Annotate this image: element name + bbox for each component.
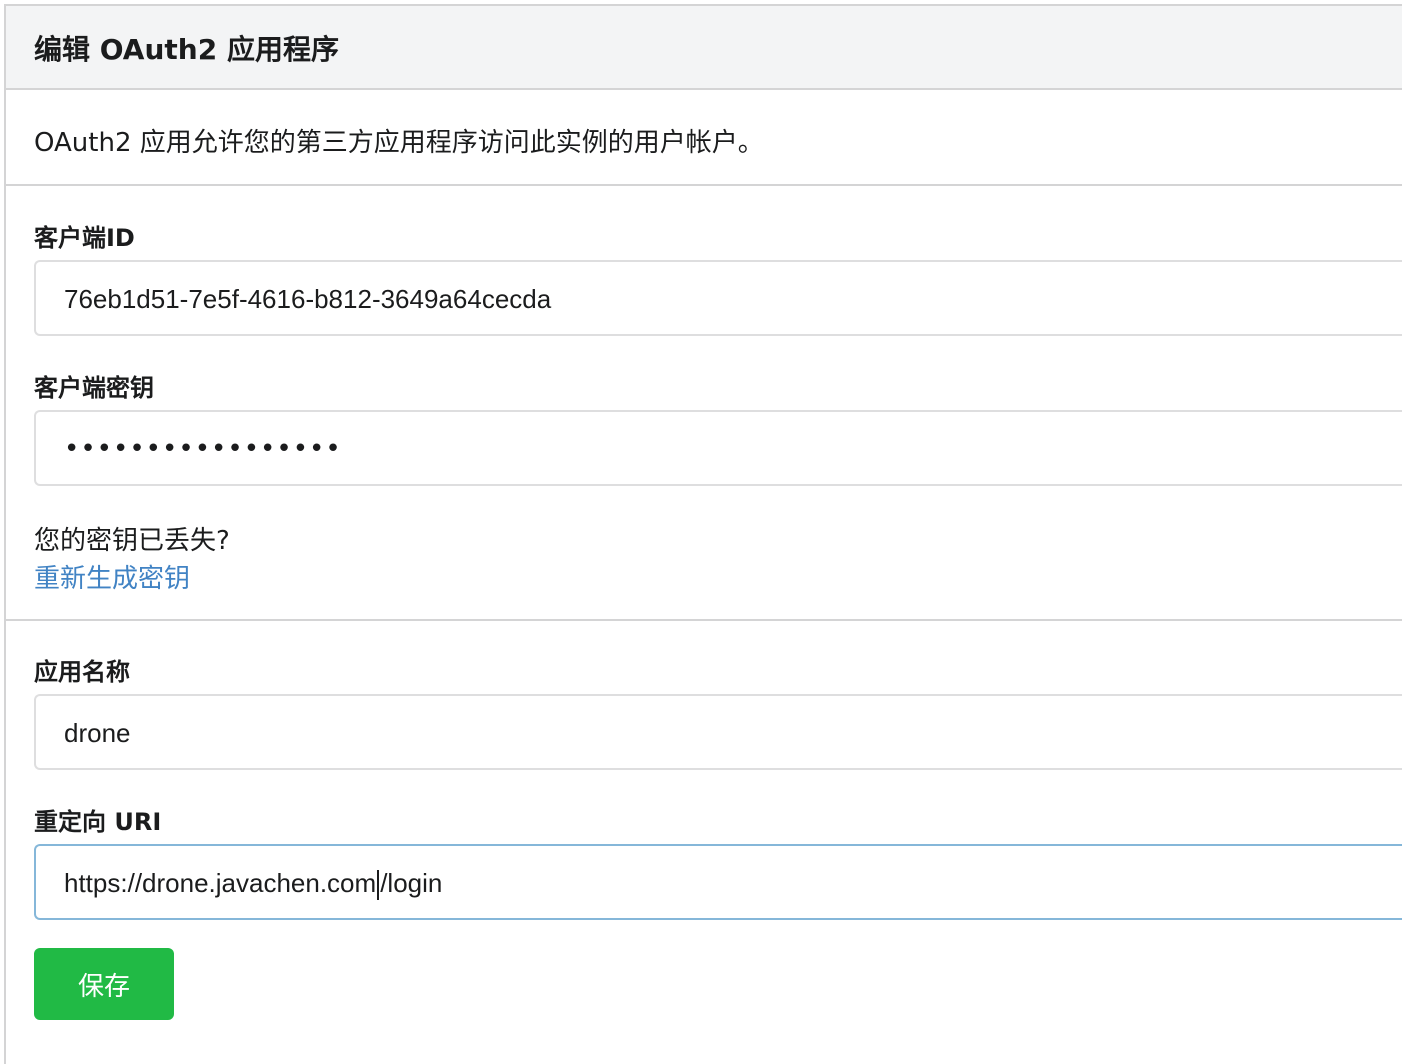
lost-secret-prompt: 您的密钥已丢失? xyxy=(34,526,230,556)
redirect-uri-label: 重定向 URI xyxy=(34,808,162,836)
redirect-uri-value-before-cursor: https://drone.javachen.com xyxy=(64,868,377,898)
redirect-uri-value: https://drone.javachen.com/login xyxy=(64,868,443,901)
client-id-value: 76eb1d51-7e5f-4616-b812-3649a64cecda xyxy=(64,284,552,314)
client-secret-masked-value: ••••••••••••••••• xyxy=(64,434,342,464)
app-name-label: 应用名称 xyxy=(34,658,130,686)
regenerate-secret-link[interactable]: 重新生成密钥 xyxy=(34,558,190,595)
page-title: 编辑 OAuth2 应用程序 xyxy=(34,33,339,66)
client-secret-label: 客户端密钥 xyxy=(34,374,154,402)
panel-header: 编辑 OAuth2 应用程序 xyxy=(6,6,1402,90)
client-id-label: 客户端ID xyxy=(34,224,135,252)
redirect-uri-field[interactable]: https://drone.javachen.com/login xyxy=(34,844,1402,920)
text-cursor xyxy=(377,870,380,901)
oauth2-edit-panel: 编辑 OAuth2 应用程序 OAuth2 应用允许您的第三方应用程序访问此实例… xyxy=(4,4,1402,1064)
description-section: OAuth2 应用允许您的第三方应用程序访问此实例的用户帐户。 xyxy=(6,90,1402,186)
redirect-uri-value-after-cursor: /login xyxy=(380,868,443,898)
section-divider xyxy=(6,619,1402,621)
client-secret-field[interactable]: ••••••••••••••••• xyxy=(34,410,1402,486)
app-name-value: drone xyxy=(64,718,131,748)
app-name-field[interactable]: drone xyxy=(34,694,1402,770)
save-button[interactable]: 保存 xyxy=(34,948,174,1020)
description-text: OAuth2 应用允许您的第三方应用程序访问此实例的用户帐户。 xyxy=(34,128,764,158)
client-id-field[interactable]: 76eb1d51-7e5f-4616-b812-3649a64cecda xyxy=(34,260,1402,336)
